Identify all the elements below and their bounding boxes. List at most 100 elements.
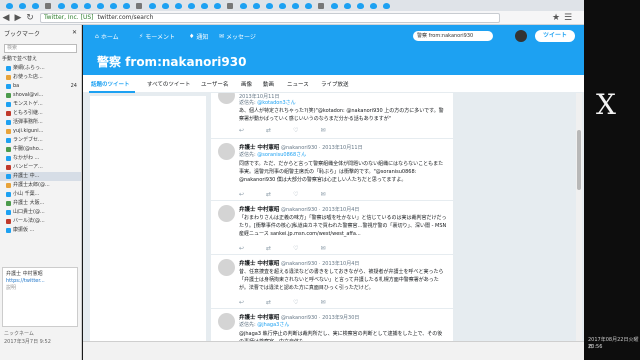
browser-tab[interactable] [42,1,54,10]
tweet-date[interactable]: 2013年10月11日 [322,145,362,151]
tab-videos[interactable]: 動画 [263,80,274,88]
bookmark-star-icon[interactable]: ★ [550,12,562,24]
bookmark-item[interactable]: 康振仮 ... [0,226,81,235]
dm-icon[interactable]: ✉ [320,127,325,134]
back-icon[interactable]: ◀ [0,12,12,24]
tab-broadcasts[interactable]: ライブ放送 [321,80,349,88]
reply-icon[interactable]: ↩ [239,245,244,252]
tweet-date[interactable]: 2013年10月4日 [322,207,359,213]
browser-tab[interactable] [185,1,197,10]
browser-tab[interactable] [198,1,210,10]
browser-tab[interactable] [380,1,392,10]
tab-news[interactable]: ニュース [287,80,309,88]
browser-tab[interactable] [159,1,171,10]
address-bar[interactable]: Twitter, Inc. [US] twitter.com/search [40,12,500,23]
retweet-icon[interactable]: ⇄ [266,299,271,306]
preview-link[interactable]: https://twitter... [6,278,74,285]
browser-tab[interactable] [302,1,314,10]
bookmark-item[interactable]: バンビーア... [0,163,81,172]
nav-home[interactable]: ⌂ ホーム [95,32,119,41]
bookmark-item[interactable]: yuji.kiguni... [0,127,81,136]
tweet-item[interactable]: 弁護士 中村憲昭 @nakanori930 · 2013年10月4日 昔、任意捜… [211,255,453,309]
retweet-icon[interactable]: ⇄ [266,191,271,198]
reply-to-link[interactable]: @kotadon3さん [257,100,295,106]
browser-tab[interactable] [328,1,340,10]
scrollbar-thumb[interactable] [577,130,581,190]
bookmark-item[interactable]: お使った店... [0,73,81,82]
browser-tab[interactable] [16,1,28,10]
tab-people[interactable]: ユーザー名 [201,80,228,88]
sort-dropdown[interactable]: 手動で並べ替え [0,55,81,64]
bookmark-item[interactable]: ともろ引継... [0,109,81,118]
like-icon[interactable]: ♡ [293,191,298,198]
reply-icon[interactable]: ↩ [239,191,244,198]
author-name[interactable]: 弁護士 中村憲昭 [239,261,279,267]
tweet-date[interactable]: 2013年10月4日 [322,261,359,267]
tweet-item[interactable]: 弁護士 中村憲昭 @nakanori930 · 2013年10月11日 返信先:… [211,139,453,201]
tweet-item[interactable]: 2013年10月11日 返信先: @kotadon3さん あ、個人が特定されちゃ… [211,93,453,139]
browser-tab[interactable] [94,1,106,10]
bookmark-item[interactable]: 牛腸(@sho... [0,145,81,154]
author-handle[interactable]: @nakanori930 [281,261,317,267]
tweet-item[interactable]: 弁護士 中村憲昭 @nakanori930 · 2013年10月4日 「おまわり… [211,201,453,255]
nav-notifications[interactable]: ♦ 通知 [189,32,208,41]
browser-tab[interactable] [172,1,184,10]
nav-moments[interactable]: ⚡ モーメント [139,32,175,41]
avatar[interactable] [218,313,235,330]
dm-icon[interactable]: ✉ [320,191,325,198]
avatar[interactable] [218,93,235,104]
browser-tab[interactable] [211,1,223,10]
tab-top[interactable]: 話題のツイート [91,80,130,88]
bookmark-item[interactable]: モンストゲ... [0,100,81,109]
retweet-icon[interactable]: ⇄ [266,127,271,134]
author-handle[interactable]: @nakanori930 [281,207,317,213]
reply-to-link[interactable]: @soranisu0868さん [257,152,306,158]
twitter-search-input[interactable]: 警察 from:nakanori930 [413,31,493,41]
bookmark-item[interactable]: 楽網(ふらっ... [0,64,81,73]
bookmark-search-input[interactable]: 検索 [4,44,77,53]
browser-tab[interactable] [3,1,15,10]
browser-tab[interactable] [315,1,327,10]
like-icon[interactable]: ♡ [293,127,298,134]
browser-tab[interactable] [250,1,262,10]
author-name[interactable]: 弁護士 中村憲昭 [239,207,279,213]
close-icon[interactable]: ✕ [72,29,77,38]
reload-icon[interactable]: ↻ [24,12,36,24]
reply-icon[interactable]: ↩ [239,299,244,306]
bookmark-item[interactable]: 弁護士太郎(@... [0,181,81,190]
browser-tab[interactable] [263,1,275,10]
bookmark-item[interactable]: 活弾事務所... [0,118,81,127]
browser-tab[interactable] [146,1,158,10]
browser-tab[interactable] [68,1,80,10]
forward-icon[interactable]: ▶ [12,12,24,24]
bookmark-item[interactable]: なかがわ ... [0,154,81,163]
browser-tab[interactable] [107,1,119,10]
tweet-button[interactable]: ツイート [535,30,575,42]
browser-tab[interactable] [237,1,249,10]
menu-icon[interactable]: ☰ [562,12,574,24]
browser-tab[interactable] [120,1,132,10]
avatar[interactable] [218,205,235,222]
bookmark-item[interactable]: 弁護士 大阪... [0,199,81,208]
avatar[interactable] [218,143,235,160]
dm-icon[interactable]: ✉ [320,299,325,306]
bookmark-item[interactable]: ランデブセ... [0,136,81,145]
avatar[interactable] [515,30,527,42]
avatar[interactable] [218,259,235,276]
bookmark-item[interactable]: 山口貴士(@... [0,208,81,217]
like-icon[interactable]: ♡ [293,299,298,306]
dm-icon[interactable]: ✉ [320,245,325,252]
tweet-date[interactable]: 2013年9月30日 [322,315,359,321]
browser-tab[interactable] [133,1,145,10]
nav-messages[interactable]: ✉ メッセージ [219,32,256,41]
bookmark-item[interactable]: ba 24 [0,82,81,91]
bookmark-item[interactable]: 弁護士 中... [0,172,81,181]
reply-to-link[interactable]: @jhaga3さん [257,322,289,328]
bookmark-item[interactable]: 小山 千葉... [0,190,81,199]
browser-tab[interactable] [55,1,67,10]
browser-tab[interactable] [354,1,366,10]
tab-latest[interactable]: すべてのツイート [147,80,190,88]
reply-icon[interactable]: ↩ [239,127,244,134]
retweet-icon[interactable]: ⇄ [266,245,271,252]
browser-tab[interactable] [367,1,379,10]
